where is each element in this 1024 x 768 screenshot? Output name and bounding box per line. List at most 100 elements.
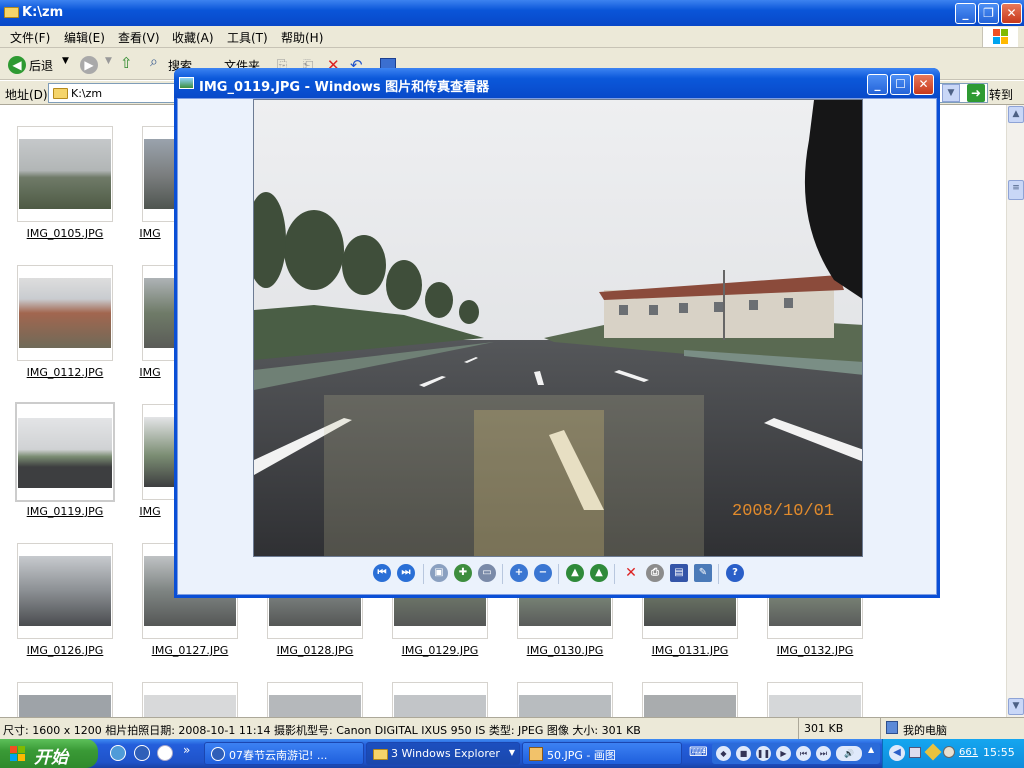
restore-button[interactable]: ❐	[978, 3, 999, 24]
keyboard-icon[interactable]: ⌨	[689, 745, 708, 760]
task-label: 50.JPG - 画图	[547, 749, 616, 762]
media-play-icon[interactable]: ▶	[776, 746, 791, 761]
thumbnail-partial[interactable]	[642, 682, 738, 717]
viewer-title-bar[interactable]: IMG_0119.JPG - Windows 图片和传真查看器 _ ☐ ✕	[174, 68, 940, 98]
go-arrow-icon[interactable]: ➜	[967, 84, 985, 102]
thumbnail-caption[interactable]: IMG_0126.JPG	[5, 644, 125, 657]
status-location: 我的电脑	[903, 724, 947, 737]
go-button[interactable]: 转到	[989, 86, 1013, 103]
thumbnail-caption[interactable]: IMG_0128.JPG	[255, 644, 375, 657]
back-arrow-icon[interactable]: ◀	[8, 56, 26, 74]
tray-expand-icon[interactable]: ◀	[889, 745, 905, 761]
thumbnail-caption[interactable]: IMG_0131.JPG	[630, 644, 750, 657]
thumbnail-caption[interactable]: IMG_0105.JPG	[5, 227, 125, 240]
thumbnail-caption[interactable]: IMG_0119.JPG	[5, 505, 125, 518]
thumbnail-partial[interactable]	[17, 682, 113, 717]
thumbnail-caption[interactable]: IMG	[130, 366, 170, 379]
media-logo-icon[interactable]: ◆	[716, 746, 731, 761]
start-button[interactable]: 开始	[0, 739, 98, 768]
media-previous-icon[interactable]: ⏮	[796, 746, 811, 761]
help-icon[interactable]: ?	[726, 564, 744, 582]
print-icon[interactable]: ⎙	[646, 564, 664, 582]
thumbnail-IMG_0112[interactable]	[17, 265, 113, 361]
thumbnail-IMG_0105[interactable]	[17, 126, 113, 222]
zoom-in-icon[interactable]: +	[510, 564, 528, 582]
highway-photo: 2008/10/01	[254, 100, 862, 556]
delete-image-icon[interactable]: ✕	[622, 564, 640, 582]
address-dropdown-icon[interactable]: ▼	[942, 84, 960, 102]
vertical-scrollbar[interactable]: ▲ ≡ ▼	[1006, 105, 1024, 717]
taskbar: 开始 » 07春节云南游记! ... 3 Windows Explorer ▼ …	[0, 739, 1024, 768]
close-button[interactable]: ✕	[1001, 3, 1022, 24]
media-volume-icon[interactable]: 🔊	[836, 746, 862, 761]
slideshow-icon[interactable]: ▭	[478, 564, 496, 582]
media-controls: ◆ ■ ❚❚ ▶ ⏮ ⏭ 🔊 ▲	[712, 743, 880, 764]
thumbnail-caption[interactable]: IMG	[130, 227, 170, 240]
forward-arrow-icon[interactable]: ▶	[80, 56, 98, 74]
thumbnail-partial[interactable]	[392, 682, 488, 717]
media-stop-icon[interactable]: ■	[736, 746, 751, 761]
back-dropdown-icon[interactable]: ▼	[62, 56, 69, 66]
menu-bar: 文件(F) 编辑(E) 查看(V) 收藏(A) 工具(T) 帮助(H)	[0, 26, 1024, 48]
media-options-icon[interactable]: ▲	[868, 745, 874, 754]
minimize-button[interactable]: _	[955, 3, 976, 24]
thumbnail-partial[interactable]	[142, 682, 238, 717]
thumbnail-caption[interactable]: IMG_0129.JPG	[380, 644, 500, 657]
security-icon[interactable]	[924, 743, 942, 761]
edit-image-icon[interactable]: ✎	[694, 564, 712, 582]
tray-counter[interactable]: 661	[959, 747, 978, 758]
actual-size-icon[interactable]: ✚	[454, 564, 472, 582]
thumbnail-IMG_0119-selected[interactable]	[15, 402, 115, 502]
thumbnail-IMG_0126[interactable]	[17, 543, 113, 639]
address-value: K:\zm	[71, 87, 103, 100]
thumbnail-caption[interactable]: IMG_0112.JPG	[5, 366, 125, 379]
next-image-icon[interactable]: ⏭	[397, 564, 415, 582]
rotate-counterclockwise-icon[interactable]: ▲	[590, 564, 608, 582]
viewer-minimize-button[interactable]: _	[867, 74, 888, 95]
menu-tools[interactable]: 工具(T)	[227, 29, 268, 46]
picture-viewer-window[interactable]: IMG_0119.JPG - Windows 图片和传真查看器 _ ☐ ✕ 20…	[174, 68, 940, 598]
viewer-maximize-button[interactable]: ☐	[890, 74, 911, 95]
thumbnail-partial[interactable]	[517, 682, 613, 717]
previous-image-icon[interactable]: ⏮	[373, 564, 391, 582]
forward-dropdown-icon[interactable]: ▼	[105, 56, 112, 66]
up-folder-icon[interactable]: ⇧	[120, 54, 133, 72]
back-button[interactable]: 后退	[29, 57, 53, 74]
viewer-close-button[interactable]: ✕	[913, 74, 934, 95]
explorer-title-bar[interactable]: K:\zm _ ❐ ✕	[0, 0, 1024, 26]
media-next-icon[interactable]: ⏭	[816, 746, 831, 761]
save-copy-icon[interactable]: ▤	[670, 564, 688, 582]
thumbnail-caption[interactable]: IMG_0127.JPG	[130, 644, 250, 657]
menu-file[interactable]: 文件(F)	[10, 29, 50, 46]
thumbnail-caption[interactable]: IMG_0132.JPG	[755, 644, 875, 657]
thumbnail-partial[interactable]	[267, 682, 363, 717]
search-icon[interactable]: ⌕	[150, 54, 158, 70]
thumbnail-caption[interactable]: IMG	[130, 505, 170, 518]
task-paint[interactable]: 50.JPG - 画图	[522, 742, 682, 765]
task-windows-explorer[interactable]: 3 Windows Explorer ▼	[366, 742, 520, 765]
media-pause-icon[interactable]: ❚❚	[756, 746, 771, 761]
scroll-down-button[interactable]: ▼	[1008, 698, 1024, 715]
media-player-quicklaunch-icon[interactable]	[157, 745, 173, 761]
best-fit-icon[interactable]: ▣	[430, 564, 448, 582]
quicklaunch-more-icon[interactable]: »	[183, 743, 190, 757]
network-icon[interactable]	[909, 747, 921, 758]
menu-edit[interactable]: 编辑(E)	[64, 29, 105, 46]
maxthon-quicklaunch-icon[interactable]	[134, 745, 150, 761]
menu-help[interactable]: 帮助(H)	[281, 29, 323, 46]
scroll-thumb[interactable]: ≡	[1008, 180, 1024, 200]
thumbnail-partial[interactable]	[767, 682, 863, 717]
menu-view[interactable]: 查看(V)	[118, 29, 160, 46]
start-label: 开始	[34, 748, 68, 768]
menu-favorites[interactable]: 收藏(A)	[172, 29, 214, 46]
rotate-clockwise-icon[interactable]: ▲	[566, 564, 584, 582]
group-dropdown-icon[interactable]: ▼	[509, 748, 515, 757]
thumbnail-caption[interactable]: IMG_0130.JPG	[505, 644, 625, 657]
scroll-up-button[interactable]: ▲	[1008, 106, 1024, 123]
task-travel-blog[interactable]: 07春节云南游记! ...	[204, 742, 364, 765]
zoom-out-icon[interactable]: −	[534, 564, 552, 582]
clock[interactable]: 15:55	[983, 746, 1015, 759]
ie-quicklaunch-icon[interactable]	[110, 745, 126, 761]
antivirus-icon[interactable]	[943, 746, 955, 758]
my-computer-icon	[886, 721, 898, 734]
